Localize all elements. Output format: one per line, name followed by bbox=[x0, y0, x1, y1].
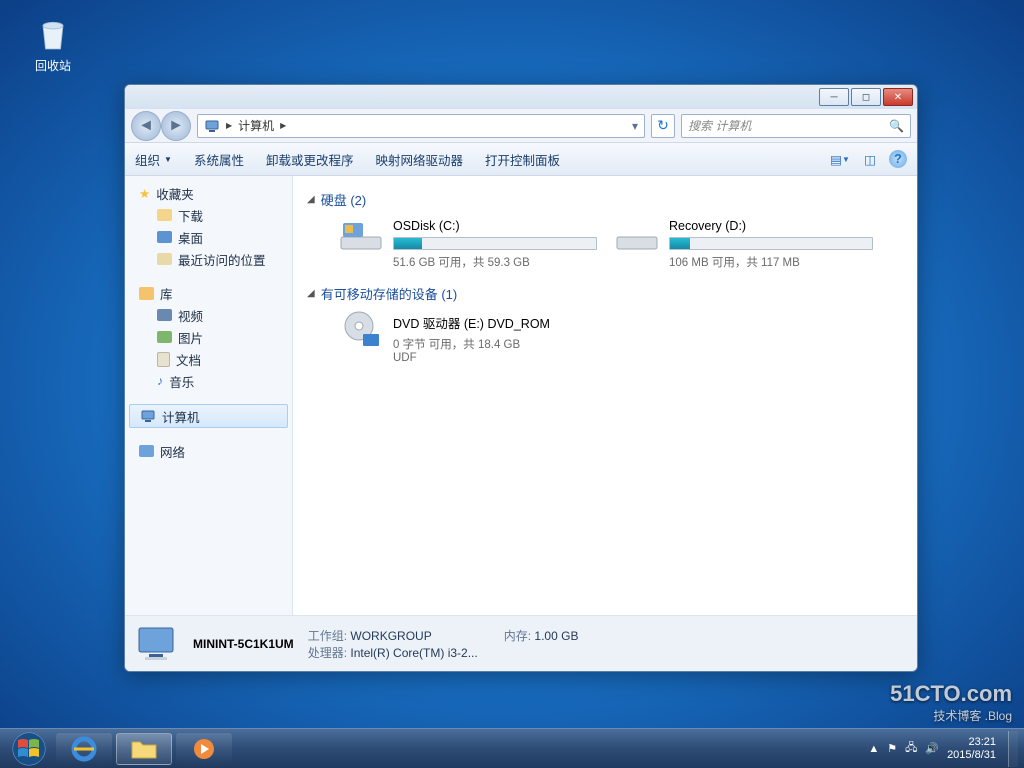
desktop-icon-label: 回收站 bbox=[18, 57, 88, 74]
taskbar: ▲ ⚑ 🖧 🔊 23:21 2015/8/31 bbox=[0, 728, 1024, 768]
view-mode-button[interactable]: ▤▼ bbox=[829, 148, 851, 170]
sidebar-item-desktop[interactable]: 桌面 bbox=[129, 226, 288, 248]
capacity-bar bbox=[669, 237, 873, 250]
sidebar-item-pictures[interactable]: 图片 bbox=[129, 326, 288, 348]
collapse-icon: ◢ bbox=[307, 288, 315, 299]
music-icon: ♪ bbox=[157, 374, 163, 388]
start-button[interactable] bbox=[6, 731, 52, 767]
computer-icon bbox=[140, 408, 156, 424]
organize-menu[interactable]: 组织 ▼ bbox=[135, 150, 172, 169]
maximize-button[interactable]: ◻ bbox=[851, 88, 881, 106]
category-hard-disks[interactable]: ◢硬盘 (2) bbox=[307, 190, 903, 209]
breadcrumb-sep: ▶ bbox=[226, 121, 232, 130]
picture-icon bbox=[157, 331, 172, 343]
action-center-icon[interactable]: ⚑ bbox=[887, 742, 897, 755]
recent-icon bbox=[157, 253, 172, 265]
show-desktop-button[interactable] bbox=[1008, 731, 1018, 767]
uninstall-programs-button[interactable]: 卸载或更改程序 bbox=[266, 150, 354, 169]
breadcrumb-dropdown-icon[interactable]: ▾ bbox=[632, 119, 638, 133]
sidebar-item-network[interactable]: 网络 bbox=[129, 440, 288, 462]
sidebar-item-music[interactable]: ♪音乐 bbox=[129, 370, 288, 392]
sidebar-item-videos[interactable]: 视频 bbox=[129, 304, 288, 326]
capacity-bar bbox=[393, 237, 597, 250]
system-tray[interactable]: ▲ ⚑ 🖧 🔊 23:21 2015/8/31 bbox=[868, 731, 1018, 767]
drive-status: 51.6 GB 可用，共 59.3 GB bbox=[393, 254, 597, 270]
explorer-window: ─ ◻ ✕ ◄ ► ▶ 计算机 ▶ ▾ ↻ 搜索 计算机 🔍 组织 ▼ 系统属性… bbox=[124, 84, 918, 672]
drive-status: 0 字节 可用，共 18.4 GB bbox=[393, 336, 591, 352]
wmp-icon bbox=[192, 737, 216, 761]
network-icon bbox=[139, 445, 154, 457]
tray-chevron-icon[interactable]: ▲ bbox=[868, 743, 879, 755]
taskbar-clock[interactable]: 23:21 2015/8/31 bbox=[947, 736, 996, 762]
drive-e-dvd[interactable]: DVD 驱动器 (E:) DVD_ROM 0 字节 可用，共 18.4 GB U… bbox=[339, 313, 591, 364]
folder-icon bbox=[157, 209, 172, 221]
video-icon bbox=[157, 309, 172, 321]
search-box[interactable]: 搜索 计算机 🔍 bbox=[681, 114, 911, 138]
system-properties-button[interactable]: 系统属性 bbox=[194, 150, 244, 169]
drive-c[interactable]: OSDisk (C:) 51.6 GB 可用，共 59.3 GB bbox=[339, 219, 591, 270]
nav-back-button[interactable]: ◄ bbox=[131, 111, 161, 141]
breadcrumb-text: 计算机 bbox=[238, 117, 274, 134]
search-icon: 🔍 bbox=[889, 119, 904, 133]
library-icon bbox=[139, 287, 154, 300]
navigation-pane: ★收藏夹 下载 桌面 最近访问的位置 库 视频 图片 文档 ♪音乐 计算机 网络 bbox=[125, 176, 293, 615]
desktop-icon bbox=[157, 231, 172, 243]
minimize-button[interactable]: ─ bbox=[819, 88, 849, 106]
close-button[interactable]: ✕ bbox=[883, 88, 913, 106]
help-button[interactable]: ? bbox=[889, 150, 907, 168]
sidebar-item-libraries[interactable]: 库 bbox=[129, 282, 288, 304]
content-pane: ◢硬盘 (2) OSDisk (C:) 51.6 GB 可用，共 59.3 GB bbox=[293, 176, 917, 615]
drive-name: DVD 驱动器 (E:) DVD_ROM bbox=[393, 313, 591, 332]
refresh-button[interactable]: ↻ bbox=[651, 114, 675, 138]
dvd-icon bbox=[339, 313, 383, 347]
command-bar: 组织 ▼ 系统属性 卸载或更改程序 映射网络驱动器 打开控制面板 ▤▼ ◫ ? bbox=[125, 143, 917, 176]
sidebar-item-recent[interactable]: 最近访问的位置 bbox=[129, 248, 288, 270]
details-pane: MININT-5C1K1UM 工作组: WORKGROUP 处理器: Intel… bbox=[125, 615, 917, 671]
sidebar-item-computer[interactable]: 计算机 bbox=[129, 404, 288, 428]
hdd-icon bbox=[615, 219, 659, 253]
taskbar-ie[interactable] bbox=[56, 733, 112, 765]
address-bar: ◄ ► ▶ 计算机 ▶ ▾ ↻ 搜索 计算机 🔍 bbox=[125, 109, 917, 143]
map-network-drive-button[interactable]: 映射网络驱动器 bbox=[375, 150, 463, 169]
drive-name: Recovery (D:) bbox=[669, 219, 873, 233]
window-titlebar: ─ ◻ ✕ bbox=[125, 85, 917, 109]
star-icon: ★ bbox=[139, 186, 150, 201]
ie-icon bbox=[71, 736, 97, 762]
preview-pane-button[interactable]: ◫ bbox=[859, 148, 881, 170]
hdd-icon bbox=[339, 219, 383, 253]
breadcrumb[interactable]: ▶ 计算机 ▶ ▾ bbox=[197, 114, 645, 138]
computer-icon bbox=[204, 118, 220, 134]
drive-d[interactable]: Recovery (D:) 106 MB 可用，共 117 MB bbox=[615, 219, 867, 270]
desktop-icon-recycle-bin[interactable]: 回收站 bbox=[18, 14, 88, 74]
watermark: 51CTO.com 技术博客 .Blog bbox=[890, 681, 1012, 724]
network-icon[interactable]: 🖧 bbox=[905, 739, 917, 758]
drive-name: OSDisk (C:) bbox=[393, 219, 597, 233]
recycle-bin-icon bbox=[33, 14, 73, 54]
open-control-panel-button[interactable]: 打开控制面板 bbox=[485, 150, 560, 169]
document-icon bbox=[157, 352, 170, 367]
sidebar-item-favorites[interactable]: ★收藏夹 bbox=[129, 182, 288, 204]
collapse-icon: ◢ bbox=[307, 194, 315, 205]
taskbar-media-player[interactable] bbox=[176, 733, 232, 765]
folder-icon bbox=[130, 738, 158, 760]
nav-forward-button[interactable]: ► bbox=[161, 111, 191, 141]
search-placeholder: 搜索 计算机 bbox=[688, 117, 751, 134]
drive-status: 106 MB 可用，共 117 MB bbox=[669, 254, 873, 270]
sidebar-item-documents[interactable]: 文档 bbox=[129, 348, 288, 370]
taskbar-explorer[interactable] bbox=[116, 733, 172, 765]
volume-icon[interactable]: 🔊 bbox=[925, 742, 939, 755]
computer-large-icon bbox=[135, 624, 179, 664]
sidebar-item-downloads[interactable]: 下载 bbox=[129, 204, 288, 226]
computer-name: MININT-5C1K1UM bbox=[193, 637, 294, 651]
drive-filesystem: UDF bbox=[393, 352, 591, 364]
windows-logo-icon bbox=[12, 732, 46, 766]
category-removable[interactable]: ◢有可移动存储的设备 (1) bbox=[307, 284, 903, 303]
